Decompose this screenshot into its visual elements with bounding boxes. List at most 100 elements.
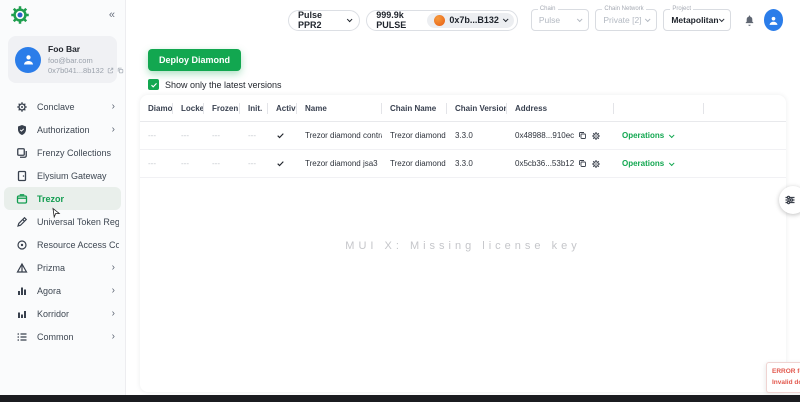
sidebar-item-universal-token-registry[interactable]: Universal Token Registry (0, 210, 125, 233)
sidebar-item-common[interactable]: Common › (0, 325, 125, 348)
target-icon (16, 239, 28, 251)
cell-init: --- (248, 131, 256, 140)
chain-network-select-label: Chain Network (602, 6, 646, 12)
sidebar-item-label: Agora (37, 285, 62, 296)
copy-icon[interactable] (117, 67, 124, 74)
cell-init: --- (248, 159, 256, 168)
account-avatar[interactable] (763, 9, 784, 31)
check-icon (276, 131, 285, 140)
deploy-diamond-button[interactable]: Deploy Diamond (148, 49, 242, 71)
error-toast-line1: ERROR fo (772, 368, 800, 375)
user-avatar (15, 46, 41, 73)
copy-icon[interactable] (578, 159, 587, 168)
column-header-diamond[interactable]: Diamond (140, 95, 173, 121)
operations-dropdown[interactable]: Operations (622, 131, 675, 140)
column-header-frozen[interactable]: Frozen (204, 95, 240, 121)
sidebar-item-resource-access-controller[interactable]: Resource Access Controller (0, 233, 125, 256)
mui-watermark: MUI X: Missing license key (345, 240, 581, 252)
wallet-balance-chip[interactable]: 999.9k PULSE 0x7b...B132 (366, 9, 518, 31)
wallet-short-address: 0x7b...B132 (449, 15, 499, 25)
user-card[interactable]: Foo Bar foo@bar.com 0x7b041...8b132 (8, 36, 124, 83)
cell-diamond: --- (148, 131, 156, 140)
bar-chart-icon (16, 285, 28, 297)
balance-label: 999.9k PULSE (376, 10, 407, 30)
latest-versions-filter[interactable]: Show only the latest versions (148, 79, 282, 90)
table-row[interactable]: --- --- --- --- Trezor diamond jsa3 Trez… (140, 150, 786, 178)
diamonds-table-card: Diamond Locked Frozen Init. Active Name … (140, 95, 786, 392)
sidebar-item-label: Resource Access Controller (37, 239, 119, 250)
settings-gear-icon[interactable] (591, 159, 601, 169)
top-header: Pulse PPR2 999.9k PULSE 0x7b...B132 Chai… (126, 0, 800, 40)
column-header-locked[interactable]: Locked (173, 95, 204, 121)
error-toast[interactable]: ERROR fo Invalid do (766, 362, 800, 393)
cell-frozen: --- (212, 159, 220, 168)
column-header-chain-name[interactable]: Chain Name (382, 95, 447, 121)
cell-chain-version: 3.3.0 (455, 131, 473, 140)
chain-network-select[interactable]: Chain Network Private [2] (595, 6, 658, 31)
app-version-chip[interactable]: Pulse PPR2 (288, 9, 361, 31)
sidebar-item-prizma[interactable]: Prizma › (0, 256, 125, 279)
user-email: foo@bar.com (48, 56, 93, 65)
sidebar-item-trezor[interactable]: Trezor (4, 187, 121, 210)
cell-locked: --- (181, 159, 189, 168)
error-toast-line2: Invalid do (772, 378, 800, 386)
sidebar-item-conclave[interactable]: Conclave › (0, 95, 125, 118)
notifications-bell-icon[interactable] (743, 14, 756, 27)
sidebar-nav: Conclave › Authorization › Frenzy Collec… (0, 95, 125, 348)
column-header-active[interactable]: Active (268, 95, 297, 121)
project-select-value: Metapolitan (671, 15, 719, 25)
sidebar-item-frenzy-collections[interactable]: Frenzy Collections (0, 141, 125, 164)
settings-gear-icon[interactable] (591, 131, 601, 141)
wallet-identicon (434, 14, 446, 26)
gateway-icon (16, 170, 28, 182)
sidebar-item-agora[interactable]: Agora › (0, 279, 125, 302)
cell-address: 0x5cb36...53b12 (515, 159, 575, 168)
chevron-down-icon (346, 16, 352, 22)
sidebar-item-label: Common (37, 331, 74, 342)
bottom-bar (0, 395, 800, 402)
cell-address: 0x48988...910ec (515, 131, 575, 140)
operations-dropdown[interactable]: Operations (622, 159, 675, 168)
mouse-cursor-icon (50, 207, 62, 219)
chevron-right-icon: › (111, 331, 115, 342)
grid-settings-fab[interactable] (779, 186, 800, 214)
cell-diamond: --- (148, 159, 156, 168)
cell-frozen: --- (212, 131, 220, 140)
bar-chart-icon (16, 308, 28, 320)
wallet-address-pill[interactable]: 0x7b...B132 (427, 12, 514, 28)
external-link-icon[interactable] (107, 67, 114, 74)
column-header-operations (614, 95, 704, 121)
checkbox-checked[interactable] (148, 79, 159, 90)
sidebar-collapse-icon[interactable]: « (109, 9, 115, 21)
cell-chain-name: Trezor diamond js... (390, 159, 447, 168)
app-logo-gear-icon (10, 5, 30, 25)
column-header-name[interactable]: Name (297, 95, 382, 121)
sidebar-item-label: Elysium Gateway (37, 170, 107, 181)
chain-select-label: Chain (537, 6, 558, 12)
sidebar-item-korridor[interactable]: Korridor › (0, 302, 125, 325)
chevron-down-icon (577, 16, 583, 23)
column-header-init[interactable]: Init. (240, 95, 268, 121)
sidebar-item-elysium-gateway[interactable]: Elysium Gateway (0, 164, 125, 187)
chevron-right-icon: › (111, 262, 115, 273)
project-select[interactable]: Project Metapolitan (663, 6, 731, 31)
cell-name: Trezor diamond jsa3 (305, 159, 378, 168)
project-select-label: Project (670, 6, 693, 12)
badge-gear-icon (16, 101, 28, 113)
chevron-right-icon: › (111, 124, 115, 135)
column-header-address[interactable]: Address (507, 95, 614, 121)
copy-icon[interactable] (578, 131, 587, 140)
sidebar: « Foo Bar foo@bar.com 0x7b041...8b132 Co… (0, 0, 126, 395)
sidebar-item-authorization[interactable]: Authorization › (0, 118, 125, 141)
cell-name: Trezor diamond contract t... (305, 131, 382, 140)
check-icon (276, 159, 285, 168)
user-wallet-address: 0x7b041...8b132 (48, 66, 104, 75)
column-header-chain-version[interactable]: Chain Version (447, 95, 507, 121)
shield-icon (16, 124, 28, 136)
sidebar-item-label: Prizma (37, 262, 66, 273)
sidebar-item-label: Korridor (37, 308, 70, 319)
chain-select[interactable]: Chain Pulse (530, 6, 590, 31)
app-version-label: Pulse PPR2 (298, 10, 323, 30)
operations-label: Operations (622, 131, 665, 140)
table-row[interactable]: --- --- --- --- Trezor diamond contract … (140, 122, 786, 150)
